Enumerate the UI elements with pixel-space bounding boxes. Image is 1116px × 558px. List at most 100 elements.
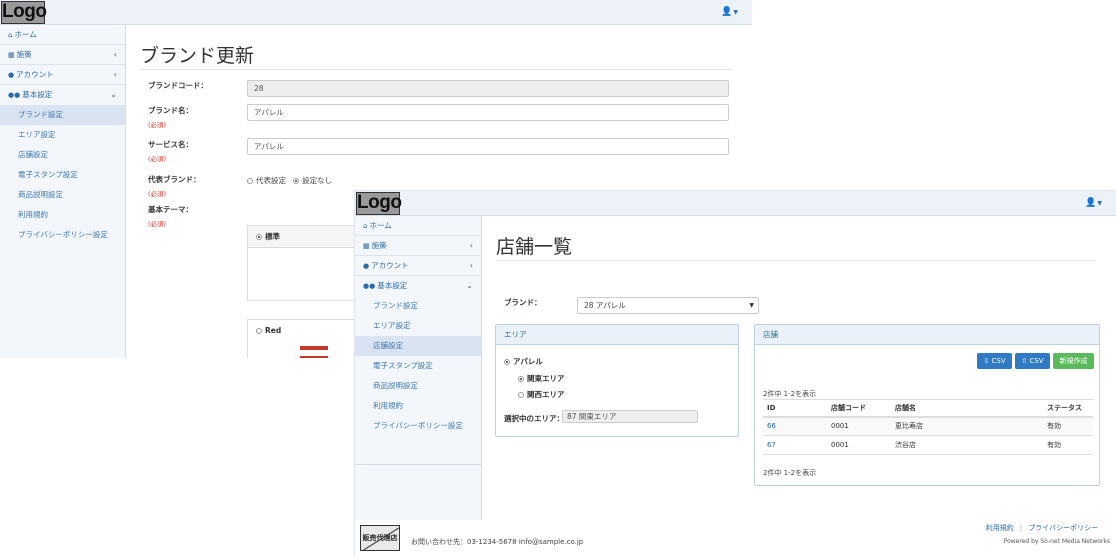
- sidebar-subitem-stamp[interactable]: 電子スタンプ設定: [355, 356, 481, 376]
- table-cell-id: 66: [763, 416, 827, 436]
- user-icon: 👤: [721, 7, 733, 17]
- brand-name-label: ブランド名： (必須): [148, 105, 193, 129]
- chevron-down-icon: ⌄: [110, 90, 117, 99]
- button-label: CSV: [1029, 357, 1044, 365]
- sidebar-item-label: ホーム: [369, 221, 392, 230]
- area-panel-title: エリア: [496, 325, 738, 345]
- brand-name-input[interactable]: アパレル: [247, 104, 729, 121]
- powered-by: Powered by So-net Media Networks: [1003, 538, 1110, 545]
- tree-node-kansai[interactable]: 関西エリア: [518, 389, 565, 400]
- store-id-link[interactable]: 66: [767, 422, 776, 430]
- sidebar-item-measures[interactable]: ▦ 施策 ‹: [355, 236, 481, 256]
- sidebar-item-basic-settings[interactable]: ●● 基本設定 ⌄: [0, 85, 125, 105]
- store-list-window: Logo 👤▼ ⌂ ホーム ▦ 施策 ‹ ● アカウント ‹ ●● 基本設定 ⌄ ブランド設定…: [355, 191, 1116, 558]
- radio-theme-standard[interactable]: [256, 234, 262, 240]
- download-icon: ⇩: [983, 357, 990, 365]
- chevron-down-icon: ⌄: [466, 281, 473, 290]
- theme-option-header: Red: [248, 320, 366, 342]
- sidebar-subitem-brand[interactable]: ブランド設定: [0, 105, 125, 125]
- sidebar-subitem-store[interactable]: 店舗設定: [355, 336, 481, 356]
- table-row: 67 0001 渋谷店 有効: [763, 435, 1093, 455]
- sidebar-subitem-product[interactable]: 商品説明設定: [0, 185, 125, 205]
- sidebar-subitem-stamp[interactable]: 電子スタンプ設定: [0, 165, 125, 185]
- theme-name: 標準: [265, 232, 280, 241]
- radio-area-kansai[interactable]: [518, 392, 524, 398]
- column-header[interactable]: 店舗コード: [827, 399, 891, 418]
- sidebar-item-home[interactable]: ⌂ ホーム: [355, 216, 481, 236]
- radio-label: 代表設定: [256, 176, 286, 185]
- pagination-summary-top: 2件中 1-2を表示: [763, 390, 817, 398]
- brand-code-label: ブランドコード：: [148, 81, 208, 90]
- tree-node-label: アパレル: [513, 357, 543, 366]
- radio-theme-red[interactable]: [256, 328, 262, 334]
- store-icon: ▦: [363, 242, 370, 250]
- sidebar-subitem-product[interactable]: 商品説明設定: [355, 376, 481, 396]
- sidebar-item-account[interactable]: ● アカウント ‹: [0, 65, 125, 85]
- sidebar-subitem-brand[interactable]: ブランド設定: [355, 296, 481, 316]
- field-label-text: 代表ブランド：: [148, 175, 201, 184]
- csv-upload-button[interactable]: ⇧ CSV: [1015, 353, 1050, 369]
- radio-area-root[interactable]: [504, 359, 510, 365]
- tree-node-label: 関西エリア: [527, 390, 565, 399]
- sidebar-item-label: ホーム: [14, 30, 37, 39]
- user-menu[interactable]: 👤▼: [1085, 198, 1102, 208]
- radio-rep-yes[interactable]: [247, 178, 253, 184]
- sidebar-item-basic-settings[interactable]: ●● 基本設定 ⌄: [355, 276, 481, 296]
- sidebar-item-measures[interactable]: ▦ 施策 ‹: [0, 45, 125, 65]
- column-header[interactable]: ID: [763, 399, 827, 418]
- sidebar-item-label: アカウント: [16, 70, 54, 79]
- table-cell-code: 0001: [827, 435, 891, 455]
- divider: [140, 69, 732, 70]
- radio-rep-no[interactable]: [293, 178, 300, 184]
- top-bar: Logo 👤▼: [355, 191, 1116, 216]
- radio-area-kanto[interactable]: [518, 376, 524, 382]
- sidebar: ⌂ ホーム ▦ 施策 ‹ ● アカウント ‹ ●● 基本設定 ⌄ ブランド設定 エリア設定 店…: [355, 216, 482, 558]
- user-menu[interactable]: 👤▼: [721, 7, 738, 17]
- sidebar-subitem-area[interactable]: エリア設定: [355, 316, 481, 336]
- theme-preview-thumbnail: [300, 346, 328, 358]
- selected-area-field: 87 関東エリア: [562, 410, 698, 423]
- theme-option-red[interactable]: Red: [247, 319, 367, 358]
- tree-node-root[interactable]: アパレル: [504, 356, 543, 367]
- theme-option-standard[interactable]: 標準: [247, 225, 367, 301]
- theme-label: 基本テーマ： (必須): [148, 204, 193, 228]
- table-row: 66 0001 恵比寿店 有効: [763, 416, 1093, 436]
- contact-info: お問い合わせ先：03-1234-5678 info@sample.co.jp: [411, 538, 584, 546]
- area-panel: エリア アパレル 関東エリア 関西エリア 選択中のエリア： 87 関東エリア: [495, 324, 739, 437]
- sidebar-subitem-area[interactable]: エリア設定: [0, 125, 125, 145]
- sidebar-subitem-store[interactable]: 店舗設定: [0, 145, 125, 165]
- service-name-input[interactable]: アパレル: [247, 138, 729, 155]
- chevron-left-icon: ‹: [469, 261, 473, 270]
- csv-download-button[interactable]: ⇩ CSV: [977, 353, 1012, 369]
- logo[interactable]: Logo: [356, 192, 402, 215]
- column-header[interactable]: 店舗名: [891, 399, 1043, 418]
- selected-area: 選択中のエリア： 87 関東エリア: [504, 410, 698, 424]
- chevron-left-icon: ‹: [469, 241, 473, 250]
- user-icon: ●: [363, 262, 370, 270]
- column-header[interactable]: ステータス: [1043, 399, 1093, 418]
- sidebar-subitem-privacy[interactable]: プライバシーポリシー設定: [355, 416, 481, 436]
- store-table: ID 店舗コード 店舗名 ステータス 66 0001 恵比寿店 有効 67 00…: [763, 399, 1093, 455]
- logo[interactable]: Logo: [1, 1, 47, 24]
- table-cell-id: 67: [763, 435, 827, 455]
- field-label-text: 基本テーマ：: [148, 205, 193, 214]
- table-cell-status: 有効: [1043, 435, 1093, 455]
- users-icon: ●●: [8, 91, 21, 99]
- caret-down-icon: ▼: [1097, 200, 1102, 207]
- sidebar-subitem-terms[interactable]: 利用規約: [0, 205, 125, 225]
- sidebar-subitem-privacy[interactable]: プライバシーポリシー設定: [0, 225, 125, 245]
- new-store-button[interactable]: 新規作成: [1053, 353, 1094, 369]
- caret-down-icon: ▼: [733, 9, 738, 16]
- privacy-link[interactable]: プライバシーポリシー: [1028, 524, 1098, 532]
- terms-link[interactable]: 利用規約: [986, 524, 1014, 532]
- store-id-link[interactable]: 67: [767, 441, 776, 449]
- tree-node-kanto[interactable]: 関東エリア: [518, 373, 565, 384]
- sidebar-item-home[interactable]: ⌂ ホーム: [0, 25, 125, 45]
- store-icon: ▦: [8, 51, 15, 59]
- sidebar-item-account[interactable]: ● アカウント ‹: [355, 256, 481, 276]
- sidebar: ⌂ ホーム ▦ 施策 ‹ ● アカウント ‹ ●● 基本設定 ⌄ ブランド設定 エリア設定 店…: [0, 25, 126, 358]
- field-label-text: サービス名：: [148, 140, 193, 149]
- brand-select[interactable]: 28 アパレル ▼: [577, 297, 759, 314]
- sidebar-subitem-terms[interactable]: 利用規約: [355, 396, 481, 416]
- home-icon: ⌂: [363, 222, 368, 230]
